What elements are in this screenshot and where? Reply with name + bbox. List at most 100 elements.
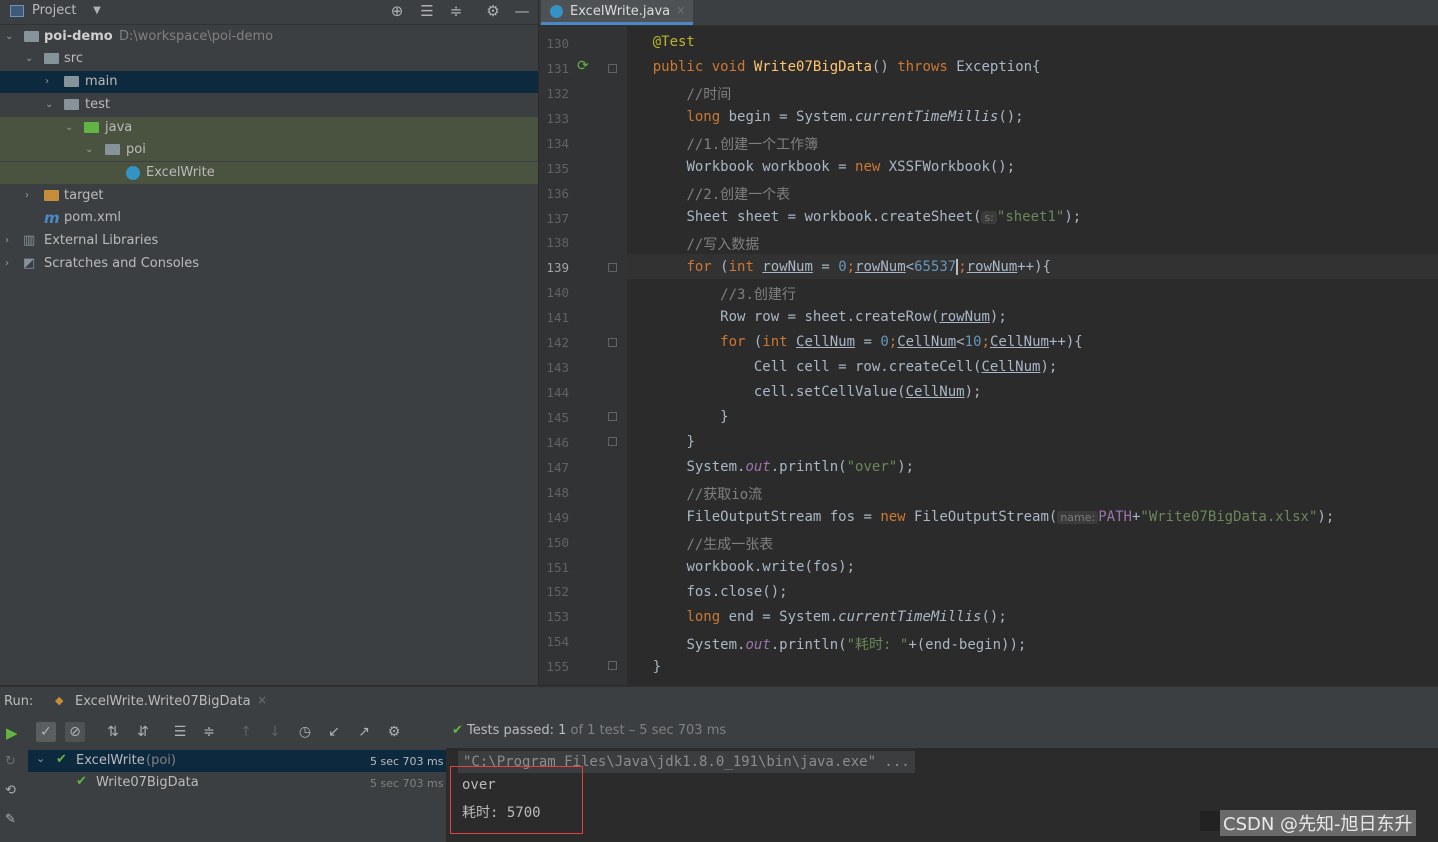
arrow-up-icon[interactable]: ↑	[236, 722, 256, 742]
tree-item-poi-demo[interactable]: ⌄ poi-demo D:\workspace\poi-demo	[0, 26, 538, 48]
line-number[interactable]: 131	[539, 61, 569, 76]
line-number[interactable]: 135	[539, 161, 569, 176]
line-number[interactable]: 152	[539, 584, 569, 599]
show-passed-icon[interactable]: ✓	[36, 722, 56, 742]
line-number[interactable]: 141	[539, 310, 569, 325]
expand-all-icon[interactable]: ☰	[418, 2, 436, 20]
code-line-132[interactable]: //时间	[619, 84, 731, 104]
line-number[interactable]: 143	[539, 360, 569, 375]
line-number[interactable]: 153	[539, 609, 569, 624]
run-tab[interactable]: ExcelWrite.Write07BigData	[75, 694, 251, 709]
line-number[interactable]: 142	[539, 335, 569, 350]
line-number[interactable]: 148	[539, 485, 569, 500]
code-line-131[interactable]: public void Write07BigData() throws Exce…	[619, 59, 1041, 75]
line-number[interactable]: 140	[539, 285, 569, 300]
tree-item-pom[interactable]: m pom.xml	[0, 207, 538, 229]
fold-icon[interactable]	[608, 412, 617, 421]
code-line-152[interactable]: fos.close();	[619, 584, 787, 600]
code-line-138[interactable]: //写入数据	[619, 234, 759, 254]
code-line-145[interactable]: }	[619, 409, 728, 425]
show-ignored-icon[interactable]: ⊘	[65, 722, 85, 742]
line-number[interactable]: 134	[539, 136, 569, 151]
test-row-write07bigdata[interactable]: ✔ Write07BigData 5 sec 703 ms	[28, 772, 446, 794]
wrench-icon[interactable]: ✎	[5, 812, 16, 827]
code-line-149[interactable]: FileOutputStream fos = new FileOutputStr…	[619, 509, 1334, 525]
line-number[interactable]: 136	[539, 186, 569, 201]
line-number[interactable]: 150	[539, 535, 569, 550]
chevron-down-icon[interactable]: ⌄	[5, 26, 17, 48]
expand-all-icon[interactable]: ☰	[170, 722, 190, 742]
chevron-right-icon[interactable]: ›	[25, 185, 37, 207]
run-test-icon[interactable]: ⟳	[577, 58, 589, 74]
line-number[interactable]: 154	[539, 634, 569, 649]
tab-excelwrite-java[interactable]: ExcelWrite.java ×	[541, 0, 693, 25]
line-number[interactable]: 151	[539, 560, 569, 575]
fold-icon[interactable]	[608, 661, 617, 670]
code-line-141[interactable]: Row row = sheet.createRow(rowNum);	[619, 309, 1007, 325]
code-line-133[interactable]: long begin = System.currentTimeMillis();	[619, 109, 1023, 125]
export-tests-icon[interactable]: ↗	[354, 722, 374, 742]
line-number[interactable]: 137	[539, 211, 569, 226]
chevron-down-icon[interactable]: ⌄	[45, 94, 57, 116]
gear-icon[interactable]: ⚙	[484, 2, 502, 20]
chevron-down-icon[interactable]: ⌄	[85, 139, 97, 161]
code-line-147[interactable]: System.out.println("over");	[619, 459, 914, 475]
close-icon[interactable]: ×	[257, 693, 267, 707]
code-line-143[interactable]: Cell cell = row.createCell(CellNum);	[619, 359, 1057, 375]
code-line-130[interactable]: @Test	[619, 34, 695, 50]
tree-item-test[interactable]: ⌄ test	[0, 94, 538, 116]
tree-item-target[interactable]: › target	[0, 185, 538, 207]
fold-icon[interactable]	[608, 338, 617, 347]
fold-icon[interactable]	[608, 437, 617, 446]
tree-item-scratches[interactable]: › ◩ Scratches and Consoles	[0, 253, 538, 275]
code-line-148[interactable]: //获取io流	[619, 484, 762, 504]
line-number[interactable]: 132	[539, 86, 569, 101]
close-icon[interactable]: ×	[676, 3, 686, 17]
code-line-153[interactable]: long end = System.currentTimeMillis();	[619, 609, 1006, 625]
sort-duration-icon[interactable]: ⇵	[133, 722, 153, 742]
tree-item-java[interactable]: ⌄ java	[0, 117, 538, 139]
line-number[interactable]: 155	[539, 659, 569, 674]
code-line-136[interactable]: //2.创建一个表	[619, 184, 790, 204]
line-number[interactable]: 138	[539, 235, 569, 250]
tree-item-main[interactable]: › main	[0, 71, 538, 93]
chevron-down-icon[interactable]: ⌄	[65, 117, 77, 139]
sort-alpha-icon[interactable]: ⇅	[103, 722, 123, 742]
chevron-right-icon[interactable]: ›	[5, 230, 17, 252]
code-line-137[interactable]: Sheet sheet = workbook.createSheet(s: "sh…	[619, 209, 1081, 225]
tree-item-src[interactable]: ⌄ src	[0, 48, 538, 70]
code-line-139[interactable]: for (int rowNum = 0;rowNum<65537 ;rowNum+…	[619, 259, 1051, 275]
fold-icon[interactable]	[608, 263, 617, 272]
line-number[interactable]: 130	[539, 36, 569, 51]
history-icon[interactable]: ◷	[295, 722, 315, 742]
line-number[interactable]: 144	[539, 385, 569, 400]
code-line-144[interactable]: cell.setCellValue(CellNum);	[619, 384, 982, 400]
line-number[interactable]: 147	[539, 460, 569, 475]
rerun-icon[interactable]: ▶	[6, 724, 18, 742]
toggle-auto-test-icon[interactable]: ⟲	[5, 783, 16, 798]
code-line-151[interactable]: workbook.write(fos);	[619, 559, 855, 575]
chevron-down-icon[interactable]: ⌄	[36, 752, 45, 765]
arrow-down-icon[interactable]: ↓	[265, 722, 285, 742]
import-tests-icon[interactable]: ↙	[324, 722, 344, 742]
line-number[interactable]: 145	[539, 410, 569, 425]
line-number[interactable]: 133	[539, 111, 569, 126]
chevron-down-icon[interactable]: ▼	[88, 2, 106, 20]
project-title[interactable]: Project	[32, 3, 76, 18]
minimize-icon[interactable]: —	[513, 2, 531, 20]
tree-item-external-libraries[interactable]: › ▥ External Libraries	[0, 230, 538, 252]
line-number[interactable]: 146	[539, 435, 569, 450]
chevron-right-icon[interactable]: ›	[5, 253, 17, 275]
gear-icon[interactable]: ⚙	[384, 722, 404, 742]
code-line-155[interactable]: }	[619, 659, 661, 675]
tree-item-excelwrite[interactable]: ExcelWrite	[0, 162, 538, 184]
chevron-right-icon[interactable]: ›	[45, 71, 57, 93]
collapse-all-icon[interactable]: ≑	[199, 722, 219, 742]
code-line-135[interactable]: Workbook workbook = new XSSFWorkbook();	[619, 159, 1015, 175]
code-line-150[interactable]: //生成一张表	[619, 534, 773, 554]
code-line-154[interactable]: System.out.println("耗时: "+(end-begin));	[619, 634, 1026, 654]
collapse-all-icon[interactable]: ≑	[447, 2, 465, 20]
rerun-failed-icon[interactable]: ↻	[5, 754, 16, 769]
code-line-146[interactable]: }	[619, 434, 694, 450]
line-number[interactable]: 149	[539, 510, 569, 525]
